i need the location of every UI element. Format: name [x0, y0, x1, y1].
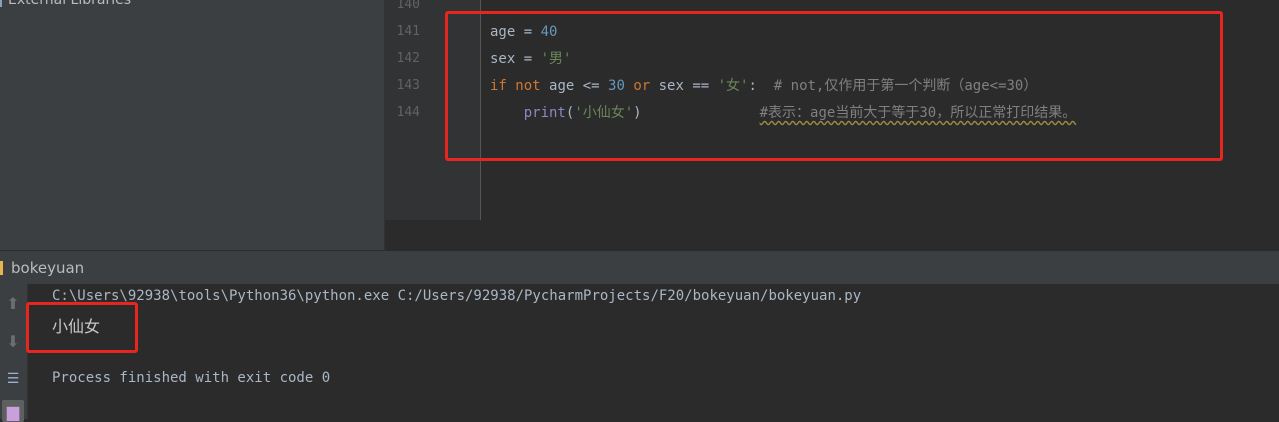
editor-bottom-area — [385, 220, 1279, 250]
tree-item-label: External Libraries — [8, 0, 131, 8]
console-exit-line: Process finished with exit code 0 — [52, 370, 331, 386]
console-output-line: 小仙女 — [52, 317, 101, 336]
code-token: 40 — [540, 24, 558, 40]
run-tab-label: bokeyuan — [11, 259, 85, 277]
code-token: '男' — [540, 51, 572, 67]
editor-gutter: 140 141 142 143 144 — [385, 0, 481, 220]
run-toolbar: ⬆ ⬇ ☰ ▆ — [0, 284, 28, 422]
code-line[interactable]: if not age <= 30 or sex == '女': # not,仅作… — [490, 77, 1037, 95]
line-number: 144 — [396, 105, 420, 120]
code-token: '小仙女' — [574, 105, 634, 121]
code-token: sex = — [490, 51, 541, 67]
code-token: sex == — [650, 78, 718, 94]
scroll-up-icon[interactable]: ⬆ — [2, 292, 24, 314]
line-number: 143 — [396, 78, 420, 93]
line-number: 140 — [396, 0, 420, 12]
code-token: print — [523, 105, 566, 121]
project-sidebar: External Libraries — [0, 0, 385, 250]
code-line[interactable]: sex = '男' — [490, 50, 571, 68]
tree-item-external-libraries[interactable]: External Libraries — [0, 0, 131, 8]
line-number: 142 — [396, 51, 420, 66]
run-tab[interactable]: bokeyuan — [0, 259, 84, 277]
code-token: not — [515, 78, 541, 94]
code-line[interactable]: age = 40 — [490, 23, 557, 41]
code-token: age <= — [540, 78, 609, 94]
code-editor[interactable]: age = 40 sex = '男' if not age <= 30 or s… — [481, 0, 1279, 220]
console-command-line: C:\Users\92938\tools\Python36\python.exe… — [52, 288, 862, 304]
code-token: if — [490, 78, 507, 94]
run-panel-header: bokeyuan — [0, 250, 1279, 285]
line-number: 141 — [396, 24, 420, 39]
run-console[interactable]: C:\Users\92938\tools\Python36\python.exe… — [28, 284, 1279, 419]
python-file-icon — [0, 261, 3, 275]
code-token: 30 — [608, 78, 625, 94]
scroll-down-icon[interactable]: ⬇ — [2, 330, 24, 352]
code-token: '女' — [717, 78, 749, 94]
library-icon — [0, 0, 2, 7]
code-token: age = — [490, 24, 541, 40]
code-token: : — [748, 78, 774, 94]
code-token: #表示：age当前大于等于30，所以正常打印结果。 — [759, 105, 1077, 121]
code-token: ) — [633, 105, 642, 121]
code-token: or — [633, 78, 651, 94]
code-line[interactable]: print('小仙女') #表示：age当前大于等于30，所以正常打印结果。 — [490, 104, 1076, 122]
soft-wrap-icon[interactable]: ☰ — [2, 368, 24, 390]
code-token: # not,仅作用于第一个判断（age<=30） — [773, 78, 1038, 94]
